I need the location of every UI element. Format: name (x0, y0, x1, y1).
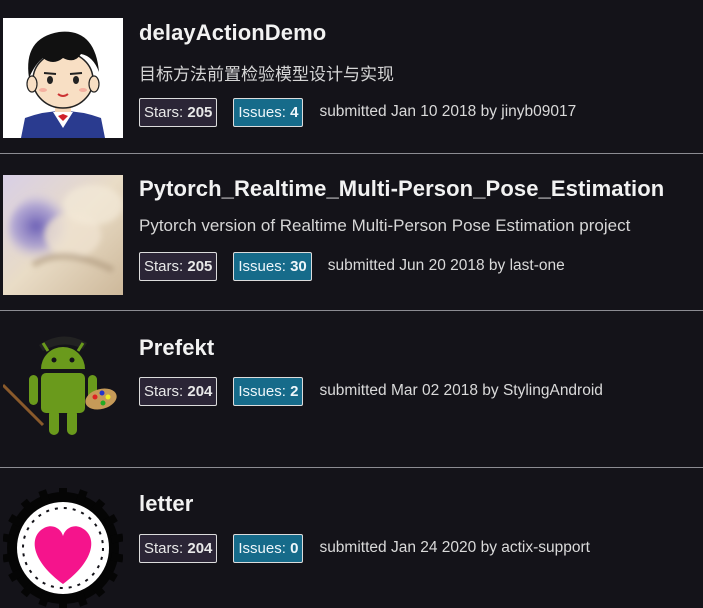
repo-item[interactable]: letter Stars: 204 Issues: 0 submitted Ja… (0, 468, 703, 608)
stars-label: Stars: (144, 539, 184, 557)
stars-badge: Stars: 205 (139, 251, 218, 281)
repo-list: delayActionDemo 目标方法前置检验模型设计与实现 Stars: 2… (0, 0, 703, 608)
issues-count: 0 (290, 539, 299, 557)
issues-label: Issues: (238, 382, 286, 400)
issues-badge: Issues: 0 (233, 533, 304, 563)
repo-title[interactable]: delayActionDemo (139, 20, 326, 46)
submitted-info: submitted Jun 20 2018 by last-one (327, 257, 565, 274)
stars-label: Stars: (144, 257, 184, 275)
stars-label: Stars: (144, 103, 184, 121)
stars-badge: Stars: 204 (139, 376, 218, 406)
blurred-photo-avatar-icon[interactable] (3, 175, 123, 295)
issues-count: 2 (290, 382, 299, 400)
repo-meta: Stars: 205 Issues: 4 submitted Jan 10 20… (139, 97, 576, 127)
repo-meta: Stars: 205 Issues: 30 submitted Jun 20 2… (139, 251, 565, 281)
repo-meta: Stars: 204 Issues: 0 submitted Jan 24 20… (139, 533, 590, 563)
pink-heart-gear-avatar-icon[interactable] (3, 488, 123, 608)
stars-count: 204 (187, 539, 213, 557)
submitted-info: submitted Mar 02 2018 by StylingAndroid (319, 382, 603, 399)
stars-count: 205 (187, 103, 213, 121)
repo-title[interactable]: letter (139, 491, 193, 517)
stars-count: 204 (187, 382, 213, 400)
issues-label: Issues: (238, 257, 286, 275)
repo-item[interactable]: Prefekt Stars: 204 Issues: 2 submitted M… (0, 311, 703, 467)
issues-count: 4 (290, 103, 299, 121)
issues-badge: Issues: 30 (233, 251, 312, 281)
submitted-info: submitted Jan 24 2020 by actix-support (319, 539, 590, 556)
repo-title[interactable]: Pytorch_Realtime_Multi-Person_Pose_Estim… (139, 176, 664, 202)
stars-label: Stars: (144, 382, 184, 400)
stars-badge: Stars: 204 (139, 533, 218, 563)
stars-count: 205 (187, 257, 213, 275)
repo-item[interactable]: delayActionDemo 目标方法前置检验模型设计与实现 Stars: 2… (0, 0, 703, 153)
cartoon-boy-avatar-icon[interactable] (3, 18, 123, 138)
android-painter-avatar-icon[interactable] (3, 327, 123, 447)
issues-label: Issues: (238, 103, 286, 121)
issues-badge: Issues: 4 (233, 97, 304, 127)
repo-item[interactable]: Pytorch_Realtime_Multi-Person_Pose_Estim… (0, 154, 703, 310)
issues-count: 30 (290, 257, 307, 275)
repo-meta: Stars: 204 Issues: 2 submitted Mar 02 20… (139, 376, 603, 406)
submitted-info: submitted Jan 10 2018 by jinyb09017 (319, 103, 577, 120)
stars-badge: Stars: 205 (139, 97, 218, 127)
repo-title[interactable]: Prefekt (139, 335, 214, 361)
repo-description: Pytorch version of Realtime Multi-Person… (139, 216, 631, 235)
issues-badge: Issues: 2 (233, 376, 304, 406)
repo-description: 目标方法前置检验模型设计与实现 (139, 65, 394, 84)
issues-label: Issues: (238, 539, 286, 557)
